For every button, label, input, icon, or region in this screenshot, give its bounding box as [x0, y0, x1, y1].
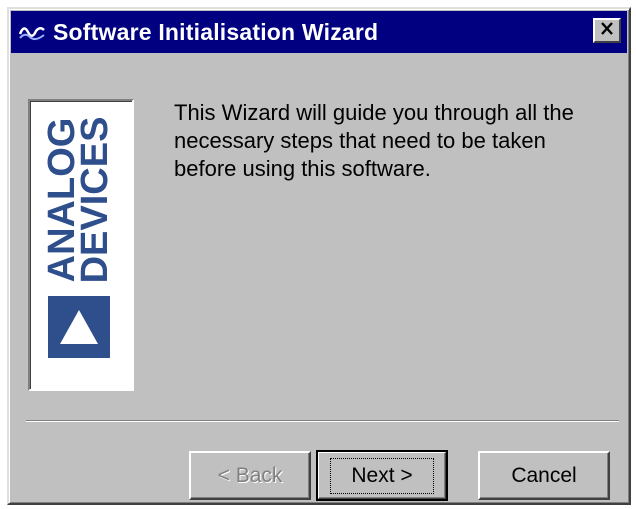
wizard-window: Software Initialisation Wizard ANALOG DE…: [7, 7, 631, 505]
next-button-label: Next >: [330, 457, 434, 494]
close-button[interactable]: [593, 18, 621, 43]
title-bar[interactable]: Software Initialisation Wizard: [11, 11, 627, 53]
logo-wordmark: ANALOG DEVICES: [41, 116, 116, 284]
close-icon: [600, 21, 614, 40]
next-button[interactable]: Next >: [316, 450, 448, 501]
wizard-message: This Wizard will guide you through all t…: [174, 100, 574, 181]
back-button[interactable]: < Back: [189, 451, 311, 500]
logo-line-2: DEVICES: [74, 116, 116, 284]
window-title: Software Initialisation Wizard: [53, 18, 379, 45]
separator: [26, 420, 619, 422]
cancel-button[interactable]: Cancel: [478, 451, 610, 500]
analog-waveform-icon: [17, 17, 47, 47]
company-logo-panel: ANALOG DEVICES: [28, 99, 134, 391]
triangle-logo-icon: [48, 296, 110, 358]
